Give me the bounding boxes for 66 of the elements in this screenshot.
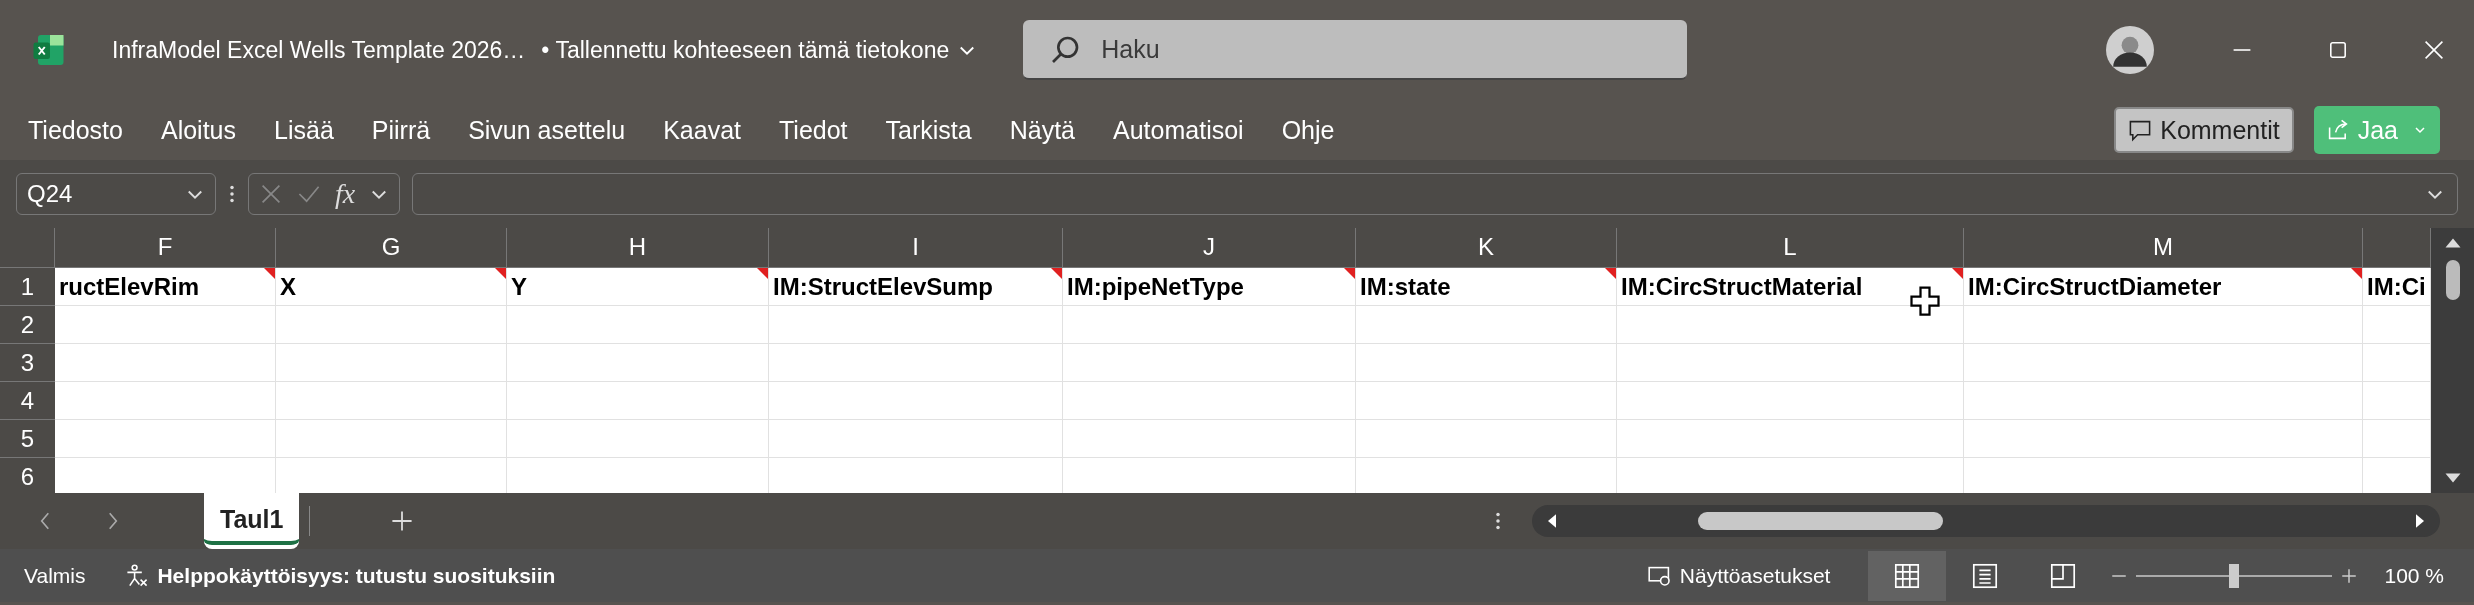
menu-tab[interactable]: Tarkista [885,115,972,145]
column-header[interactable]: J [1063,228,1356,268]
save-status-button[interactable]: • Tallennettu kohteeseen tämä tietokone [541,36,978,64]
more-options-icon[interactable] [1494,510,1502,532]
table-cell [2363,420,2431,458]
avatar-icon[interactable] [2106,26,2154,74]
menu-tab[interactable]: Kaavat [663,115,741,145]
display-settings-button[interactable]: Näyttöasetukset [1647,563,1831,588]
table-cell: Y [507,268,769,306]
cell-reference-text: Q24 [27,180,73,208]
accessibility-button[interactable]: Helppokäyttöisyys: tutustu suosituksiin [125,563,556,588]
close-icon[interactable] [2422,38,2446,62]
zoom-level-text[interactable]: 100 % [2384,563,2444,588]
table-cell: IM:StructElevSump [769,268,1063,306]
table-cell: IM:CircStructDiameter [1964,268,2363,306]
column-header[interactable]: K [1356,228,1617,268]
table-cell: IM:Ci [2363,268,2431,306]
comments-button[interactable]: Kommentit [2114,107,2294,153]
table-cell: IM:pipeNetType [1063,268,1356,306]
insert-function-button[interactable]: fx [335,178,356,210]
table-cell: X [276,268,507,306]
horizontal-scrollbar[interactable] [1532,505,2440,537]
speech-bubble-icon [2128,118,2153,142]
menu-tab[interactable]: Piirrä [371,115,431,145]
cancel-icon[interactable] [259,182,283,206]
table-cell: ructElevRim [55,268,276,306]
column-header[interactable]: M [1964,228,2363,268]
sheet-tab[interactable]: Taul1 [204,493,300,549]
horizontal-scrollbar-thumb[interactable] [1698,512,1943,530]
previous-sheet-icon[interactable] [38,510,52,532]
name-box[interactable]: Q24 [16,173,216,215]
menu-tab[interactable]: Tiedosto [28,115,123,145]
formula-input-field[interactable] [412,173,2458,215]
column-header[interactable]: I [769,228,1063,268]
table-cell [2363,344,2431,382]
next-sheet-icon[interactable] [106,510,120,532]
normal-view-button[interactable] [1868,550,1947,601]
table-cell: IM:CircStructMaterial [1617,268,1964,306]
status-text: Valmis [24,563,86,588]
column-header[interactable]: L [1617,228,1964,268]
add-sheet-icon[interactable] [390,509,415,533]
menu-tab[interactable]: Näytä [1009,115,1076,145]
zoom-in-icon[interactable] [2340,566,2359,585]
column-header[interactable]: G [276,228,507,268]
menu-tab[interactable]: Tiedot [779,115,848,145]
menu-tab[interactable]: Automatisoi [1113,115,1244,145]
menu-tab[interactable]: Ohje [1281,115,1335,145]
vertical-scrollbar-thumb[interactable] [2445,260,2460,300]
accessibility-icon [125,563,150,588]
column-header[interactable]: F [55,228,276,268]
menu-tab[interactable]: Aloitus [160,115,236,145]
menu-tab[interactable]: Sivun asettelu [468,115,626,145]
more-options-icon[interactable] [228,183,236,205]
table-cell [2363,458,2431,493]
cell-cursor-icon [1910,286,1940,316]
zoom-slider-thumb[interactable] [2229,563,2240,588]
page-icon [1971,561,2000,590]
table-cell: IM:state [1356,268,1617,306]
search-field[interactable]: Haku [1023,20,1688,80]
file-name: InfraModel Excel Wells Template 2026… [112,36,526,64]
page-break-icon [2049,561,2078,590]
table-cell [2363,382,2431,420]
column-header[interactable]: H [507,228,769,268]
menu-tab[interactable]: Lisää [274,115,334,145]
table-cell [2363,306,2431,344]
grid-icon [1893,561,1922,590]
